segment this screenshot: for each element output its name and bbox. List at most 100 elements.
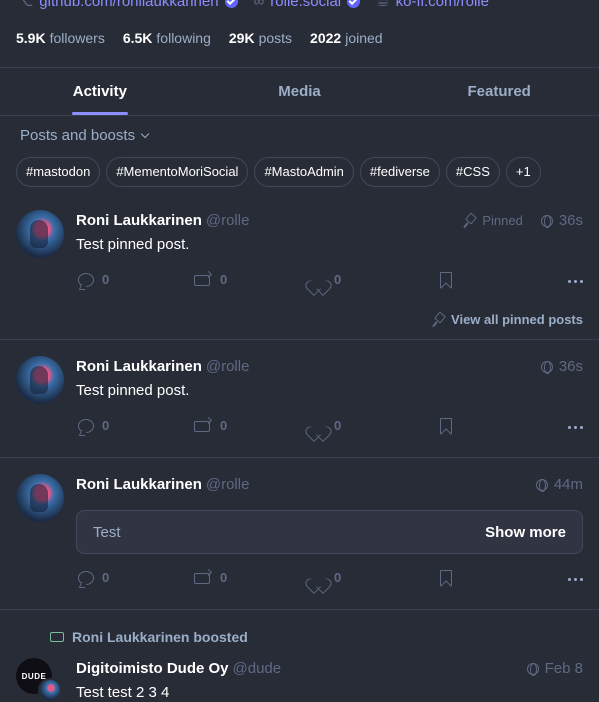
stat-following[interactable]: 6.5K following <box>123 30 211 48</box>
favourite-button[interactable]: 0 <box>310 570 341 585</box>
more-button[interactable] <box>568 426 583 429</box>
tab-activity[interactable]: Activity <box>0 68 200 115</box>
verified-icon <box>224 0 238 8</box>
more-icon <box>568 280 583 283</box>
stat-followers[interactable]: 5.9K followers <box>16 30 105 48</box>
profile-link-website[interactable]: ∞ rolle.social <box>254 0 361 10</box>
profile-link-kofi[interactable]: ☕ ko-fi.com/rolle <box>376 0 489 10</box>
display-name: Roni Laukkarinen <box>76 476 202 493</box>
status-author[interactable]: Roni Laukkarinen @rolle <box>76 212 249 229</box>
favourite-count: 0 <box>334 570 342 585</box>
stat-label: posts <box>258 30 293 46</box>
status-card[interactable]: Roni Laukkarinen @rolle Pinned 36s Test p… <box>0 200 599 340</box>
favourite-button[interactable]: 0 <box>310 418 341 433</box>
stat-joined: 2022 joined <box>310 30 383 48</box>
github-icon: ⌥ <box>16 0 34 10</box>
booster-avatar <box>38 678 62 702</box>
divider <box>0 115 599 116</box>
status-meta: 36s <box>540 358 583 375</box>
status-timestamp[interactable]: 36s <box>559 358 583 375</box>
favourite-count: 0 <box>334 418 342 433</box>
featured-hashtags: #mastodon #MementoMoriSocial #MastoAdmin… <box>16 157 541 187</box>
account-handle: @rolle <box>205 476 250 493</box>
bookmark-icon <box>440 272 452 288</box>
display-name: Roni Laukkarinen <box>76 212 202 229</box>
status-card[interactable]: Roni Laukkarinen boosted DUDE Digitoimis… <box>0 616 599 702</box>
hashtag-chip[interactable]: #MastoAdmin <box>254 157 354 187</box>
tab-featured[interactable]: Featured <box>399 68 599 115</box>
boosted-by-label: Roni Laukkarinen boosted <box>72 629 248 645</box>
profile-link-github[interactable]: ⌥ github.com/ronilaukkarinen <box>16 0 238 10</box>
verified-icon <box>347 0 361 8</box>
boost-button[interactable]: 0 <box>194 570 227 585</box>
boost-button[interactable]: 0 <box>194 418 227 433</box>
globe-icon <box>526 662 539 676</box>
tab-media[interactable]: Media <box>200 68 400 115</box>
hashtag-chip[interactable]: #mastodon <box>16 157 101 187</box>
view-all-pinned-link[interactable]: View all pinned posts <box>433 312 583 327</box>
pinned-label: Pinned <box>482 213 523 228</box>
reply-button[interactable]: 0 <box>78 570 109 585</box>
account-handle: @rolle <box>205 358 250 375</box>
stat-label: joined <box>345 30 383 46</box>
reply-icon <box>78 570 94 585</box>
bookmark-button[interactable] <box>440 570 452 586</box>
posts-filter-dropdown[interactable]: Posts and boosts <box>20 127 150 144</box>
profile-link-label: ko-fi.com/rolle <box>395 0 489 10</box>
favourite-button[interactable]: 0 <box>310 272 341 287</box>
status-content: Test test 2 3 4 <box>76 684 170 701</box>
show-more-button[interactable]: Show more <box>485 524 566 541</box>
globe-icon <box>540 360 553 374</box>
status-author[interactable]: Digitoimisto Dude Oy @dude <box>76 660 281 677</box>
reply-button[interactable]: 0 <box>78 418 109 433</box>
status-content: Test pinned post. <box>76 382 190 399</box>
reply-count: 0 <box>102 570 110 585</box>
bookmark-button[interactable] <box>440 272 452 288</box>
hashtag-chip[interactable]: #MementoMoriSocial <box>106 157 249 187</box>
boost-button[interactable]: 0 <box>194 272 227 287</box>
more-icon <box>568 426 583 429</box>
avatar[interactable] <box>16 210 64 258</box>
reply-count: 0 <box>102 272 110 287</box>
chevron-down-icon <box>140 129 150 139</box>
content-warning-text: Test <box>93 524 121 541</box>
link-icon: ∞ <box>253 0 265 10</box>
status-author[interactable]: Roni Laukkarinen @rolle <box>76 476 249 493</box>
status-timestamp[interactable]: 36s <box>559 212 583 229</box>
pin-icon <box>433 313 445 327</box>
coffee-icon: ☕ <box>376 0 390 10</box>
hashtag-chip[interactable]: #fediverse <box>359 157 440 187</box>
status-card[interactable]: Roni Laukkarinen @rolle 44m Test Show mor… <box>0 464 599 610</box>
status-content: Test pinned post. <box>76 236 190 253</box>
globe-icon <box>535 478 548 492</box>
more-button[interactable] <box>568 578 583 581</box>
more-button[interactable] <box>568 280 583 283</box>
status-timestamp[interactable]: 44m <box>554 476 583 493</box>
reply-icon <box>78 272 94 287</box>
reply-button[interactable]: 0 <box>78 272 109 287</box>
profile-links: ⌥ github.com/ronilaukkarinen ∞ rolle.soc… <box>16 0 599 11</box>
globe-icon <box>540 214 553 228</box>
hashtag-more-chip[interactable]: +1 <box>505 157 541 187</box>
status-author[interactable]: Roni Laukkarinen @rolle <box>76 358 249 375</box>
boosted-by[interactable]: Roni Laukkarinen boosted <box>50 629 248 645</box>
status-card[interactable]: Roni Laukkarinen @rolle 36s Test pinned p… <box>0 346 599 458</box>
stat-value: 2022 <box>310 30 342 46</box>
profile-link-label: github.com/ronilaukkarinen <box>39 0 219 10</box>
avatar[interactable] <box>16 356 64 404</box>
content-warning: Test Show more <box>76 510 583 554</box>
account-handle: @dude <box>232 660 282 677</box>
divider <box>0 609 599 610</box>
status-actions: 0 0 0 <box>78 272 583 292</box>
status-actions: 0 0 0 <box>78 570 583 590</box>
avatar[interactable] <box>16 474 64 522</box>
bookmark-button[interactable] <box>440 418 452 434</box>
status-timestamp[interactable]: Feb 8 <box>545 660 583 677</box>
profile-stats: 5.9K followers 6.5K following 29K posts 202… <box>16 30 383 48</box>
stat-posts: 29K posts <box>229 30 292 48</box>
boost-icon <box>194 274 212 286</box>
profile-link-label: rolle.social <box>270 0 342 10</box>
heart-icon <box>310 273 326 287</box>
hashtag-chip[interactable]: #CSS <box>445 157 500 187</box>
pin-icon <box>464 214 476 228</box>
